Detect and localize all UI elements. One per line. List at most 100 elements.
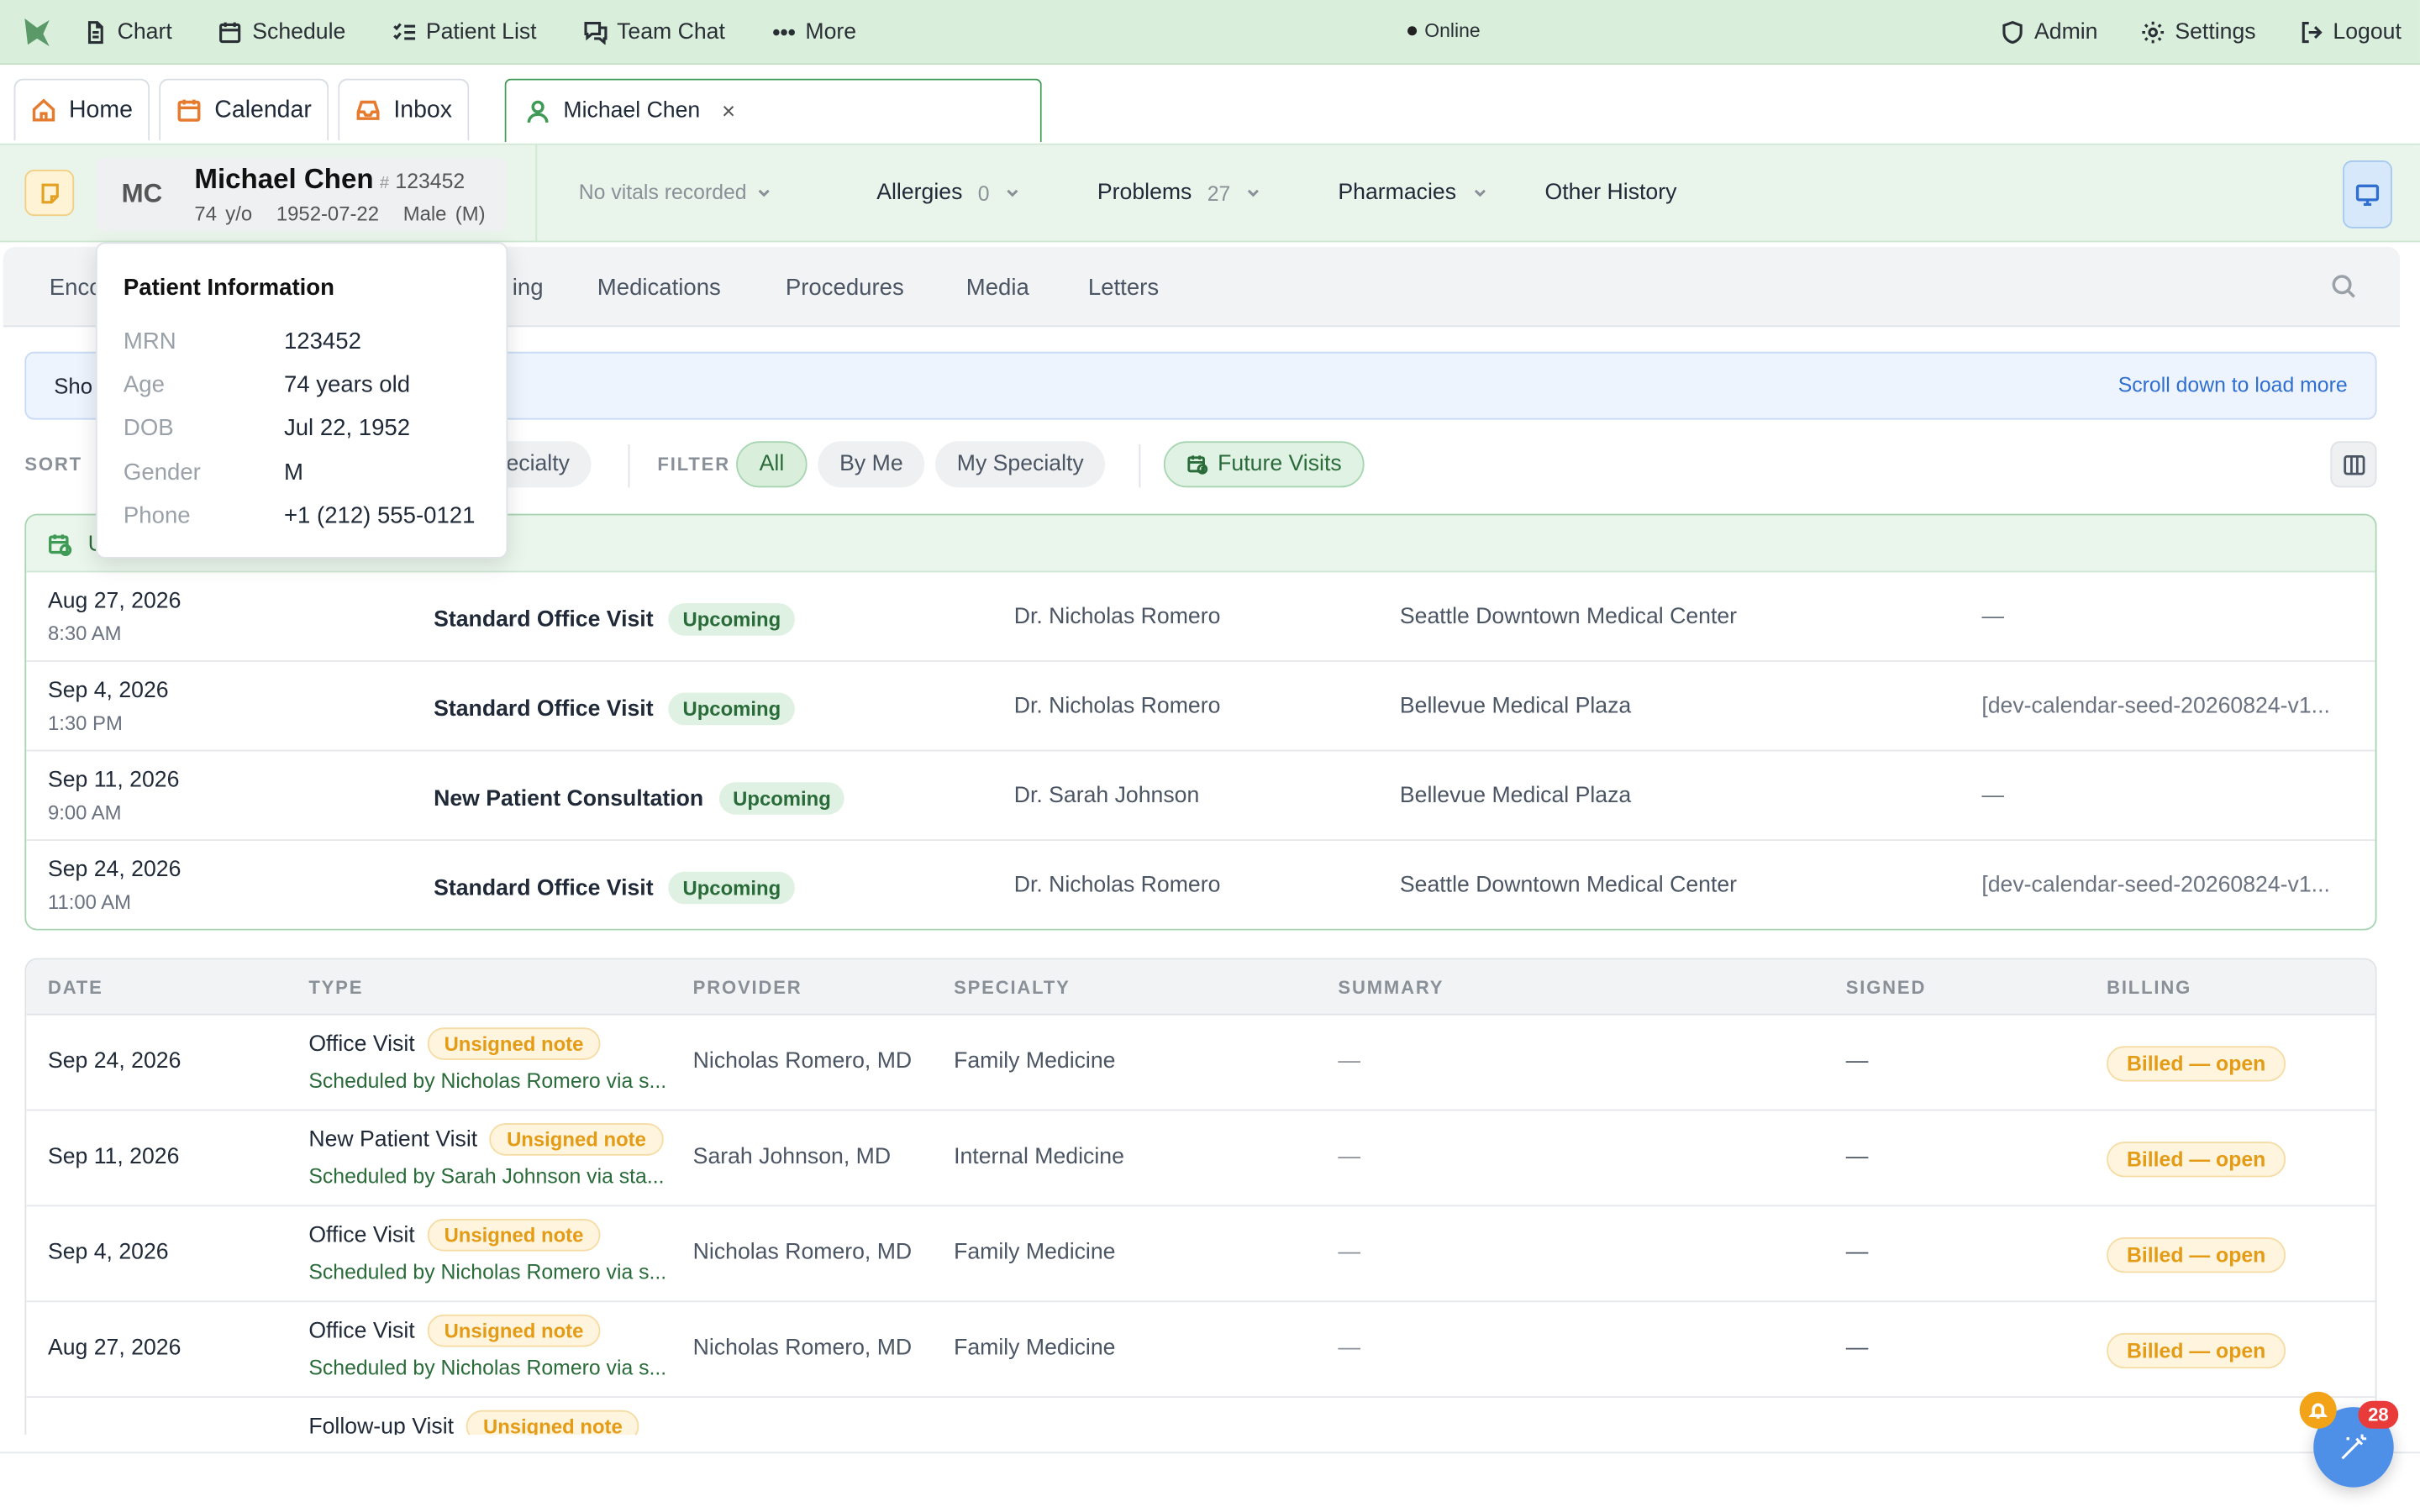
tab-media[interactable]: Media xyxy=(966,275,1029,301)
col-type[interactable]: TYPE xyxy=(308,977,363,999)
tab-calendar[interactable]: Calendar xyxy=(159,78,329,141)
billing-badge[interactable]: Billed — open xyxy=(2107,1332,2286,1369)
encounter-signed: — xyxy=(1845,1336,1869,1361)
sort-label: SORT xyxy=(24,453,82,475)
filter-all-pill[interactable]: All xyxy=(736,441,808,488)
app-logo-icon[interactable] xyxy=(18,12,59,52)
upcoming-date: Sep 4, 2026 xyxy=(47,679,169,704)
table-row[interactable]: Sep 11, 2026 New Patient Visit Unsigned … xyxy=(26,1110,2375,1207)
patient-mrn: #123452 xyxy=(380,170,465,193)
tab-procedures[interactable]: Procedures xyxy=(786,275,904,301)
filter-my-specialty-pill[interactable]: My Specialty xyxy=(935,441,1106,488)
upcoming-row[interactable]: Aug 27, 2026 8:30 AM Standard Office Vis… xyxy=(26,572,2375,662)
nav-settings[interactable]: Settings xyxy=(2141,20,2256,45)
encounter-provider: Nicholas Romero, MD xyxy=(692,1336,913,1361)
filter-my-specialty-label: My Specialty xyxy=(956,452,1084,477)
table-row[interactable]: Sep 4, 2026 Office Visit Unsigned note S… xyxy=(26,1206,2375,1303)
home-icon xyxy=(32,98,55,122)
magic-wand-icon xyxy=(2341,1434,2367,1460)
encounter-provider: Sarah Johnson, MD xyxy=(692,1144,892,1170)
allergies-dropdown[interactable]: Allergies 0 xyxy=(876,181,1020,205)
pharmacies-dropdown[interactable]: Pharmacies xyxy=(1338,181,1486,205)
calendar-icon xyxy=(177,99,201,122)
col-summary[interactable]: SUMMARY xyxy=(1338,977,1444,999)
nav-chart[interactable]: Chart xyxy=(83,19,172,44)
col-provider[interactable]: PROVIDER xyxy=(693,977,802,999)
patient-demographics: 74 y/o 1952-07-22 Male (M) xyxy=(194,202,500,226)
checklist-icon xyxy=(393,22,415,39)
upcoming-visits-panel: U Aug 27, 2026 8:30 AM Standard Office V… xyxy=(24,513,2377,931)
status-badge: Unsigned note xyxy=(489,1123,664,1156)
nav-patient-list[interactable]: Patient List xyxy=(392,19,537,44)
col-signed[interactable]: SIGNED xyxy=(1846,977,1927,999)
vitals-dropdown[interactable]: No vitals recorded xyxy=(578,180,771,204)
encounter-scheduled-by: Scheduled by Nicholas Romero via s... xyxy=(308,1356,667,1380)
encounter-scheduled-by: Scheduled by Nicholas Romero via s... xyxy=(308,1260,667,1284)
note-icon xyxy=(40,182,58,203)
patient-name: Michael Chen xyxy=(194,163,374,195)
future-visits-toggle[interactable]: Future Visits xyxy=(1163,441,1365,488)
upcoming-time: 9:00 AM xyxy=(47,801,122,824)
close-icon[interactable]: × xyxy=(722,98,735,124)
upcoming-date: Sep 24, 2026 xyxy=(47,858,182,883)
upcoming-row[interactable]: Sep 24, 2026 11:00 AM Standard Office Vi… xyxy=(26,841,2375,929)
upcoming-time: 1:30 PM xyxy=(47,711,123,735)
sort-specialty-label: ecialty xyxy=(506,452,570,477)
avatar[interactable]: MC xyxy=(95,157,189,232)
tab-patient-michael-chen[interactable]: Michael Chen × xyxy=(504,78,1042,142)
col-specialty[interactable]: SPECIALTY xyxy=(954,977,1071,999)
search-icon[interactable] xyxy=(2330,273,2356,299)
sticky-note-button[interactable] xyxy=(24,170,75,217)
calendar-clock-icon xyxy=(1187,455,1208,475)
nav-schedule[interactable]: Schedule xyxy=(218,19,345,44)
upcoming-row[interactable]: Sep 11, 2026 9:00 AM New Patient Consult… xyxy=(26,751,2375,842)
other-history-button[interactable]: Other History xyxy=(1545,181,1677,205)
tab-letters[interactable]: Letters xyxy=(1088,275,1159,301)
upcoming-time: 8:30 AM xyxy=(47,622,122,645)
col-date[interactable]: DATE xyxy=(48,977,103,999)
vitals-label: No vitals recorded xyxy=(578,180,747,204)
nav-team-chat[interactable]: Team Chat xyxy=(583,19,725,45)
billing-badge[interactable]: Billed — open xyxy=(2107,1237,2286,1273)
notification-bell-button[interactable] xyxy=(2299,1391,2337,1429)
column-settings-button[interactable] xyxy=(2330,441,2377,488)
encounters-table: DATE TYPE PROVIDER SPECIALTY SUMMARY SIG… xyxy=(24,958,2377,1452)
tab-home[interactable]: Home xyxy=(13,78,150,141)
encounter-scheduled-by: Scheduled by Sarah Johnson via sta... xyxy=(308,1164,665,1189)
filter-by-me-pill[interactable]: By Me xyxy=(818,441,925,488)
monitor-icon xyxy=(2355,184,2380,207)
upcoming-note: — xyxy=(1981,604,2004,630)
problems-dropdown[interactable]: Problems 27 xyxy=(1097,181,1261,205)
tab-encounters[interactable]: Enco xyxy=(50,275,103,301)
nav-right: Admin Settings Logout xyxy=(1957,0,2402,65)
nav-more-label: More xyxy=(805,18,857,45)
encounter-signed: — xyxy=(1845,1144,1869,1170)
upcoming-type: Standard Office Visit Upcoming xyxy=(434,692,795,726)
nav-logout[interactable]: Logout xyxy=(2299,20,2402,45)
status-badge: Upcoming xyxy=(718,782,845,815)
scroll-load-more-link[interactable]: Scroll down to load more xyxy=(2118,373,2348,396)
popover-key: Phone xyxy=(123,502,191,529)
upcoming-type-label: Standard Office Visit xyxy=(434,875,654,900)
nav-more[interactable]: More xyxy=(771,19,856,44)
encounter-type-label: Office Visit xyxy=(308,1318,415,1343)
billing-badge[interactable]: Billed — open xyxy=(2107,1142,2286,1178)
problems-count: 27 xyxy=(1207,181,1231,205)
nav-settings-label: Settings xyxy=(2175,19,2256,45)
tab-billing[interactable]: ing xyxy=(513,275,544,301)
nav-chart-label: Chart xyxy=(117,18,172,45)
col-billing[interactable]: BILLING xyxy=(2107,977,2191,999)
tab-inbox[interactable]: Inbox xyxy=(338,78,470,141)
billing-badge[interactable]: Billed — open xyxy=(2107,1046,2286,1082)
nav-admin[interactable]: Admin xyxy=(2001,20,2098,45)
upcoming-provider: Dr. Sarah Johnson xyxy=(1013,784,1200,809)
monitor-button[interactable] xyxy=(2343,160,2392,228)
table-row[interactable]: Sep 24, 2026 Office Visit Unsigned note … xyxy=(26,1016,2375,1111)
upcoming-note: — xyxy=(1981,784,2004,809)
tab-medications[interactable]: Medications xyxy=(597,275,721,301)
upcoming-row[interactable]: Sep 4, 2026 1:30 PM Standard Office Visi… xyxy=(26,662,2375,752)
table-row[interactable]: Aug 27, 2026 Office Visit Unsigned note … xyxy=(26,1302,2375,1399)
patient-dob: 1952-07-22 xyxy=(276,202,379,226)
patient-age: 74 y/o xyxy=(194,202,253,226)
patient-identity[interactable]: Michael Chen #123452 74 y/o 1952-07-22 M… xyxy=(188,157,507,232)
